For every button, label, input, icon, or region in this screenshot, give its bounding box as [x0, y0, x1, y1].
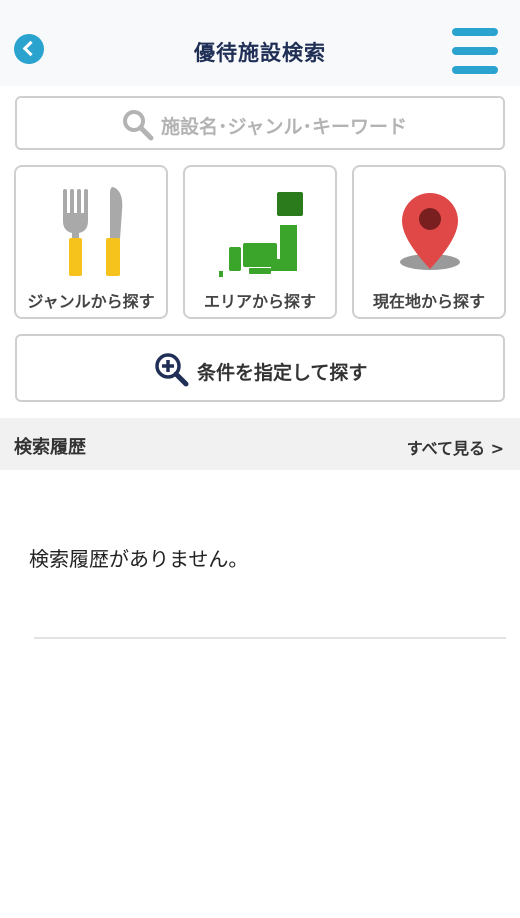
- card-label: エリアから探す: [203, 292, 316, 311]
- search-icon: [123, 110, 154, 141]
- search-input[interactable]: 施設名･ジャンル･キーワード: [15, 96, 505, 150]
- current-location-search-button[interactable]: 現在地から探す: [352, 165, 506, 319]
- divider: [34, 637, 506, 639]
- menu-bar: [452, 47, 498, 55]
- card-label: 現在地から探す: [372, 292, 485, 311]
- history-title: 検索履歴: [14, 437, 86, 458]
- menu-bar: [452, 28, 498, 36]
- page-title: 優待施設検索: [194, 41, 326, 65]
- see-all-link[interactable]: すべて見る >: [407, 435, 504, 459]
- hamburger-menu-icon[interactable]: [452, 28, 498, 74]
- app-header: 優待施設検索: [0, 0, 520, 86]
- search-placeholder: 施設名･ジャンル･キーワード: [161, 116, 408, 138]
- area-search-button[interactable]: エリアから探す: [183, 165, 337, 319]
- empty-history-message: 検索履歴がありません。: [29, 547, 249, 571]
- menu-bar: [452, 66, 498, 74]
- condition-label: 条件を指定して探す: [197, 362, 368, 384]
- genre-search-button[interactable]: ジャンルから探す: [14, 165, 168, 319]
- history-section-header: 検索履歴 すべて見る >: [0, 418, 520, 470]
- card-label: ジャンルから探す: [27, 292, 155, 311]
- condition-search-button[interactable]: 条件を指定して探す: [15, 334, 505, 402]
- zoom-in-icon: [155, 353, 189, 387]
